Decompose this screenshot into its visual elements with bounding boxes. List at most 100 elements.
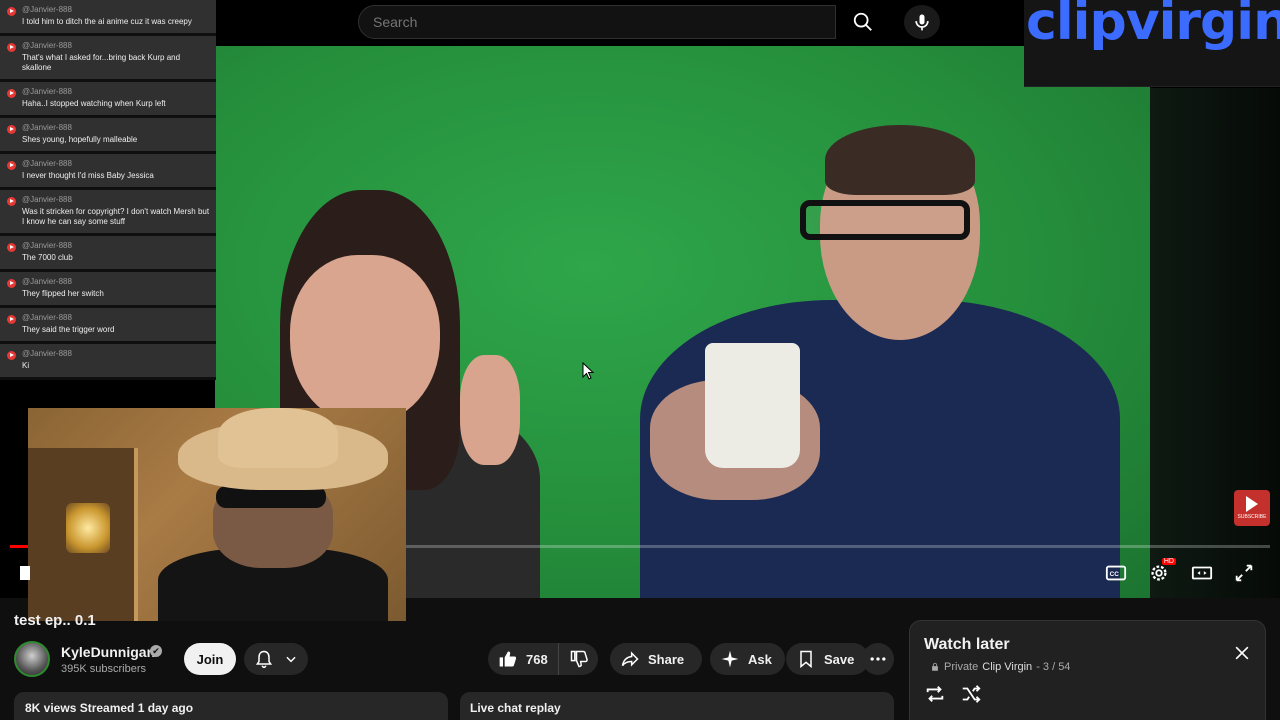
like-dislike-group: 768 bbox=[488, 643, 598, 675]
join-button[interactable]: Join bbox=[184, 643, 236, 675]
woman-figure-face bbox=[290, 255, 440, 425]
fullscreen-button[interactable] bbox=[1229, 560, 1259, 586]
man-figure-hair bbox=[825, 125, 975, 195]
chat-message: @Janvier-888 I told him to ditch the ai a… bbox=[0, 0, 216, 36]
chat-text: I never thought I'd miss Baby Jessica bbox=[22, 171, 154, 180]
man-figure-glasses bbox=[800, 200, 970, 240]
chat-message: @Janvier-888 I never thought I'd miss Bab… bbox=[0, 154, 216, 190]
like-button[interactable]: 768 bbox=[488, 643, 559, 675]
youtube-icon bbox=[7, 161, 16, 170]
youtube-icon bbox=[7, 243, 16, 252]
webcam-overlay bbox=[28, 408, 406, 621]
chat-username: @Janvier-888 bbox=[22, 41, 72, 50]
voice-search-button[interactable] bbox=[904, 5, 940, 39]
youtube-icon bbox=[7, 315, 16, 324]
mouse-cursor-icon bbox=[582, 362, 594, 380]
youtube-icon bbox=[7, 197, 16, 206]
ask-label: Ask bbox=[748, 651, 772, 667]
youtube-icon bbox=[7, 279, 16, 288]
chat-message: @Janvier-888 Haha..I stopped watching whe… bbox=[0, 82, 216, 118]
theater-icon bbox=[1191, 566, 1213, 580]
chat-message: @Janvier-888 That's what I asked for...br… bbox=[0, 36, 216, 82]
progress-bar-fill bbox=[10, 545, 28, 548]
search-icon bbox=[853, 12, 872, 31]
dislike-button[interactable] bbox=[559, 643, 599, 675]
playlist-title[interactable]: Watch later bbox=[924, 636, 1010, 654]
chat-message: @Janvier-888 Was it stricken for copyrigh… bbox=[0, 190, 216, 236]
playlist-meta: Private Clip Virgin - 3 / 54 bbox=[930, 661, 1070, 673]
playlist-owner[interactable]: Clip Virgin bbox=[982, 661, 1032, 673]
playlist-position: - 3 / 54 bbox=[1036, 661, 1071, 673]
chat-text: Haha..I stopped watching when Kurp left bbox=[22, 99, 166, 108]
video-description-box[interactable]: 8K views Streamed 1 day ago bbox=[14, 692, 448, 720]
chat-text: They said the trigger word bbox=[22, 325, 115, 334]
ask-button[interactable]: Ask bbox=[710, 643, 785, 675]
subscribed-notifications-button[interactable] bbox=[244, 643, 308, 675]
bell-icon bbox=[255, 650, 273, 669]
cc-button[interactable]: CC bbox=[1101, 560, 1131, 586]
like-count: 768 bbox=[526, 651, 548, 667]
subscribe-watermark[interactable]: SUBSCRIBE bbox=[1234, 490, 1270, 526]
views-and-date: 8K views Streamed 1 day ago bbox=[25, 701, 194, 715]
chat-message: @Janvier-888 Ki bbox=[0, 344, 216, 380]
chat-text: That's what I asked for...bring back Kur… bbox=[22, 53, 181, 72]
play-icon bbox=[1246, 496, 1258, 512]
chat-text: I told him to ditch the ai anime cuz it … bbox=[22, 17, 192, 26]
youtube-icon bbox=[7, 351, 16, 360]
chat-username: @Janvier-888 bbox=[22, 87, 72, 96]
watch-later-playlist-panel: Watch later Private Clip Virgin - 3 / 54 bbox=[909, 620, 1266, 720]
chat-username: @Janvier-888 bbox=[22, 349, 72, 358]
webcam-lamp bbox=[66, 503, 110, 553]
settings-button[interactable]: HD bbox=[1144, 558, 1176, 586]
hd-badge: HD bbox=[1161, 558, 1176, 565]
loop-icon[interactable] bbox=[924, 683, 946, 705]
thumbs-down-icon bbox=[570, 650, 588, 668]
search-box[interactable] bbox=[358, 5, 836, 39]
more-actions-button[interactable] bbox=[862, 643, 894, 675]
play-button-fragment[interactable] bbox=[20, 566, 30, 580]
coffee-mug bbox=[705, 343, 800, 468]
close-icon[interactable] bbox=[1232, 643, 1252, 663]
lock-icon bbox=[932, 662, 938, 671]
live-chat-replay-panel[interactable]: Live chat replay bbox=[460, 692, 894, 720]
chat-message: @Janvier-888 The 7000 club bbox=[0, 236, 216, 272]
chevron-down-icon bbox=[286, 656, 296, 663]
clipvirgin-logo: clipvirgin bbox=[1026, 0, 1280, 52]
chat-username: @Janvier-888 bbox=[22, 123, 72, 132]
save-label: Save bbox=[824, 651, 855, 667]
chat-text: They flipped her switch bbox=[22, 289, 104, 298]
chat-username: @Janvier-888 bbox=[22, 241, 72, 250]
more-horizontal-icon bbox=[870, 657, 886, 661]
theater-mode-button[interactable] bbox=[1187, 560, 1217, 586]
save-button[interactable]: Save bbox=[786, 643, 869, 675]
share-button[interactable]: Share bbox=[610, 643, 702, 675]
youtube-icon bbox=[7, 7, 16, 16]
chat-text: Ki bbox=[22, 361, 30, 370]
chat-username: @Janvier-888 bbox=[22, 313, 72, 322]
woman-figure-hand bbox=[460, 355, 520, 465]
chat-username: @Janvier-888 bbox=[22, 195, 72, 204]
search-button[interactable] bbox=[836, 5, 890, 39]
chat-username: @Janvier-888 bbox=[22, 159, 72, 168]
video-title: test ep.. 0.1 bbox=[14, 612, 96, 629]
cc-icon: CC bbox=[1105, 565, 1127, 581]
youtube-icon bbox=[7, 125, 16, 134]
share-label: Share bbox=[648, 651, 685, 667]
svg-text:CC: CC bbox=[1110, 571, 1120, 578]
search-input[interactable] bbox=[373, 14, 835, 30]
sparkle-icon bbox=[721, 650, 739, 668]
thumbs-up-icon bbox=[499, 651, 517, 667]
chat-username: @Janvier-888 bbox=[22, 277, 72, 286]
chat-message: @Janvier-888 Shes young, hopefully mallea… bbox=[0, 118, 216, 154]
verified-icon: ✔ bbox=[150, 645, 162, 657]
youtube-watch-page: SUBSCRIBE CC HD clipvirgin @Janvier-888 I… bbox=[0, 0, 1280, 720]
channel-avatar[interactable] bbox=[14, 641, 50, 677]
youtube-icon bbox=[7, 43, 16, 52]
chat-username: @Janvier-888 bbox=[22, 5, 72, 14]
chat-message: @Janvier-888 They said the trigger word bbox=[0, 308, 216, 344]
youtube-icon bbox=[7, 89, 16, 98]
channel-name[interactable]: KyleDunnigan bbox=[61, 644, 155, 660]
share-icon bbox=[621, 651, 639, 667]
shuffle-icon[interactable] bbox=[960, 683, 982, 705]
live-chat-replay-label: Live chat replay bbox=[470, 701, 561, 715]
